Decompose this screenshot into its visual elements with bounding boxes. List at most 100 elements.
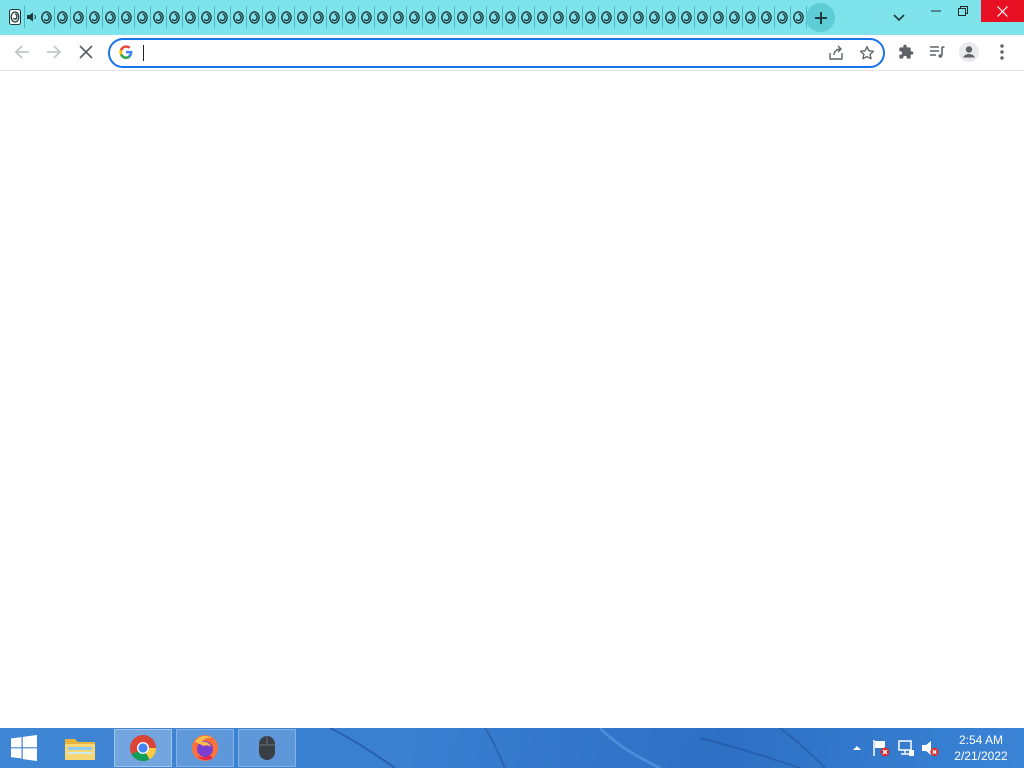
browser-tab[interactable] bbox=[247, 6, 263, 28]
spinner-loading-icon bbox=[617, 10, 628, 24]
browser-tab[interactable] bbox=[231, 6, 247, 28]
browser-tab[interactable] bbox=[39, 6, 55, 28]
browser-tab[interactable] bbox=[327, 6, 343, 28]
spinner-loading-icon bbox=[729, 10, 740, 24]
browser-tab[interactable] bbox=[503, 6, 519, 28]
address-bar[interactable] bbox=[108, 38, 885, 68]
browser-tab[interactable] bbox=[727, 6, 743, 28]
browser-tab[interactable] bbox=[183, 6, 199, 28]
browser-tab[interactable] bbox=[71, 6, 87, 28]
browser-tab[interactable] bbox=[375, 6, 391, 28]
spinner-loading-icon bbox=[457, 10, 468, 24]
share-button[interactable] bbox=[824, 41, 848, 65]
browser-tab[interactable] bbox=[6, 6, 25, 28]
mouse-icon bbox=[259, 736, 275, 760]
page-content[interactable] bbox=[0, 71, 1024, 728]
action-center-tray[interactable] bbox=[872, 739, 890, 757]
forward-button[interactable] bbox=[40, 38, 68, 66]
puzzle-icon bbox=[899, 44, 914, 59]
browser-tab[interactable] bbox=[199, 6, 215, 28]
system-clock[interactable]: 2:54 AM 2/21/2022 bbox=[948, 732, 1014, 764]
browser-tab[interactable] bbox=[775, 6, 791, 28]
spinner-loading-icon bbox=[697, 10, 708, 24]
spinner-loading-icon bbox=[793, 10, 804, 24]
show-hidden-icons-button[interactable] bbox=[848, 739, 866, 757]
browser-tab[interactable] bbox=[615, 6, 631, 28]
network-tray[interactable] bbox=[897, 739, 915, 757]
spinner-loading-icon bbox=[377, 10, 388, 24]
browser-tab[interactable] bbox=[679, 6, 695, 28]
volume-tray[interactable] bbox=[921, 739, 939, 757]
browser-tab[interactable] bbox=[647, 6, 663, 28]
browser-tab[interactable] bbox=[599, 6, 615, 28]
browser-tab[interactable] bbox=[519, 6, 535, 28]
browser-tab[interactable] bbox=[103, 6, 119, 28]
browser-tab[interactable] bbox=[311, 6, 327, 28]
browser-tab[interactable] bbox=[583, 6, 599, 28]
browser-tab[interactable] bbox=[87, 6, 103, 28]
browser-tab[interactable] bbox=[343, 6, 359, 28]
browser-tab[interactable] bbox=[631, 6, 647, 28]
browser-tab[interactable] bbox=[263, 6, 279, 28]
close-button[interactable] bbox=[981, 0, 1024, 22]
browser-tab[interactable] bbox=[455, 6, 471, 28]
stop-loading-button[interactable] bbox=[72, 38, 100, 66]
extensions-button[interactable] bbox=[892, 38, 920, 66]
browser-tab[interactable] bbox=[167, 6, 183, 28]
browser-tab[interactable] bbox=[471, 6, 487, 28]
browser-tab[interactable] bbox=[759, 6, 775, 28]
browser-tab[interactable] bbox=[423, 6, 439, 28]
restore-button[interactable] bbox=[946, 0, 980, 22]
address-input[interactable] bbox=[142, 42, 802, 64]
spinner-loading-icon bbox=[265, 10, 276, 24]
browser-tab[interactable] bbox=[151, 6, 167, 28]
browser-tab[interactable] bbox=[695, 6, 711, 28]
back-button[interactable] bbox=[8, 38, 36, 66]
browser-tab[interactable] bbox=[55, 6, 71, 28]
browser-tab[interactable] bbox=[359, 6, 375, 28]
browser-tab[interactable] bbox=[279, 6, 295, 28]
browser-tab[interactable] bbox=[295, 6, 311, 28]
taskbar-chrome[interactable] bbox=[114, 729, 172, 767]
text-caret bbox=[143, 45, 144, 61]
browser-tab[interactable] bbox=[135, 6, 151, 28]
spinner-loading-icon bbox=[105, 10, 116, 24]
google-g-icon bbox=[119, 45, 133, 59]
tab-search-button[interactable] bbox=[889, 8, 909, 28]
spinner-loading-icon bbox=[217, 10, 228, 24]
speaker-icon bbox=[27, 12, 36, 22]
taskbar-firefox[interactable] bbox=[176, 729, 234, 767]
browser-tab[interactable] bbox=[567, 6, 583, 28]
taskbar-file-explorer[interactable] bbox=[51, 729, 109, 767]
firefox-icon bbox=[192, 735, 218, 761]
bookmark-star-button[interactable] bbox=[855, 41, 879, 65]
browser-tab[interactable] bbox=[535, 6, 551, 28]
volume-muted-icon bbox=[922, 741, 939, 757]
browser-tab[interactable] bbox=[663, 6, 679, 28]
browser-tab[interactable] bbox=[439, 6, 455, 28]
start-button[interactable] bbox=[0, 728, 48, 768]
browser-tab[interactable] bbox=[743, 6, 759, 28]
media-controls-button[interactable] bbox=[923, 38, 951, 66]
chrome-menu-button[interactable] bbox=[988, 38, 1016, 66]
browser-tab[interactable] bbox=[711, 6, 727, 28]
browser-tab-audio[interactable] bbox=[25, 6, 39, 28]
spinner-loading-icon bbox=[393, 10, 404, 24]
spinner-loading-icon bbox=[73, 10, 84, 24]
taskbar-mouse-app[interactable] bbox=[238, 729, 296, 767]
plus-icon bbox=[814, 11, 827, 24]
browser-tab[interactable] bbox=[551, 6, 567, 28]
profile-button[interactable] bbox=[955, 38, 983, 66]
browser-tab[interactable] bbox=[407, 6, 423, 28]
browser-tab[interactable] bbox=[791, 6, 807, 28]
spinner-loading-icon bbox=[473, 10, 484, 24]
spinner-loading-icon bbox=[313, 10, 324, 24]
windows-logo-icon bbox=[11, 735, 37, 761]
browser-tab[interactable] bbox=[215, 6, 231, 28]
spinner-loading-icon bbox=[89, 10, 100, 24]
spinner-loading-icon bbox=[233, 10, 244, 24]
browser-tab[interactable] bbox=[391, 6, 407, 28]
browser-tab[interactable] bbox=[119, 6, 135, 28]
new-tab-button[interactable] bbox=[806, 3, 835, 32]
browser-tab[interactable] bbox=[487, 6, 503, 28]
